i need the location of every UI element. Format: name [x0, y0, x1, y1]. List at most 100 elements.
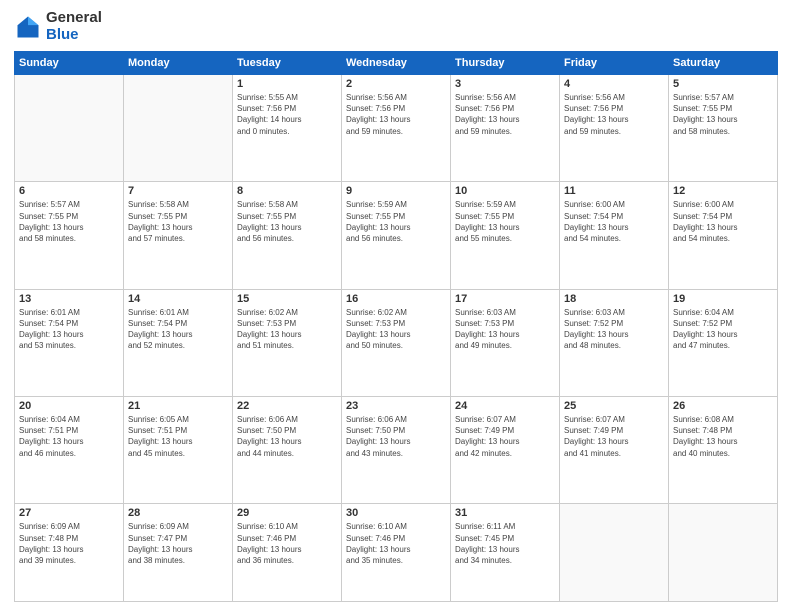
day-number: 22 [237, 400, 337, 412]
day-info: Sunrise: 6:07 AM Sunset: 7:49 PM Dayligh… [564, 414, 664, 459]
page: General Blue SundayMondayTuesdayWednesda… [0, 0, 792, 612]
day-number: 6 [19, 185, 119, 197]
day-info: Sunrise: 6:10 AM Sunset: 7:46 PM Dayligh… [346, 521, 446, 566]
day-info: Sunrise: 6:07 AM Sunset: 7:49 PM Dayligh… [455, 414, 555, 459]
logo-text: General Blue [46, 10, 102, 43]
calendar-cell: 12 Sunrise: 6:00 AM Sunset: 7:54 PM Dayli… [669, 182, 778, 289]
day-number: 8 [237, 185, 337, 197]
day-number: 19 [673, 293, 773, 305]
day-number: 29 [237, 507, 337, 519]
calendar-cell: 25 Sunrise: 6:07 AM Sunset: 7:49 PM Dayli… [560, 397, 669, 504]
calendar-cell: 30 Sunrise: 6:10 AM Sunset: 7:46 PM Dayli… [342, 504, 451, 602]
calendar-cell [669, 504, 778, 602]
day-info: Sunrise: 5:59 AM Sunset: 7:55 PM Dayligh… [455, 199, 555, 244]
day-info: Sunrise: 5:56 AM Sunset: 7:56 PM Dayligh… [346, 92, 446, 137]
day-number: 18 [564, 293, 664, 305]
header: General Blue [14, 10, 778, 43]
day-info: Sunrise: 6:03 AM Sunset: 7:52 PM Dayligh… [564, 307, 664, 352]
calendar-cell: 27Sunrise: 6:09 AM Sunset: 7:48 PM Dayli… [15, 504, 124, 602]
calendar-cell: 24Sunrise: 6:07 AM Sunset: 7:49 PM Dayli… [451, 397, 560, 504]
day-info: Sunrise: 6:10 AM Sunset: 7:46 PM Dayligh… [237, 521, 337, 566]
weekday-header-monday: Monday [124, 52, 233, 75]
day-number: 21 [128, 400, 228, 412]
calendar-cell: 14 Sunrise: 6:01 AM Sunset: 7:54 PM Dayli… [124, 289, 233, 396]
day-number: 1 [237, 78, 337, 90]
day-info: Sunrise: 6:03 AM Sunset: 7:53 PM Dayligh… [455, 307, 555, 352]
calendar-cell: 17 Sunrise: 6:03 AM Sunset: 7:53 PM Dayli… [451, 289, 560, 396]
calendar-cell: 1 Sunrise: 5:55 AM Sunset: 7:56 PM Daylig… [233, 75, 342, 182]
calendar-cell: 20 Sunrise: 6:04 AM Sunset: 7:51 PM Dayli… [15, 397, 124, 504]
weekday-header-saturday: Saturday [669, 52, 778, 75]
day-number: 27 [19, 507, 119, 519]
calendar-cell: 8Sunrise: 5:58 AM Sunset: 7:55 PM Daylig… [233, 182, 342, 289]
day-number: 17 [455, 293, 555, 305]
calendar-cell: 10 Sunrise: 5:59 AM Sunset: 7:55 PM Dayli… [451, 182, 560, 289]
calendar-week-1: 1 Sunrise: 5:55 AM Sunset: 7:56 PM Daylig… [15, 75, 778, 182]
day-number: 12 [673, 185, 773, 197]
calendar-cell: 21 Sunrise: 6:05 AM Sunset: 7:51 PM Dayli… [124, 397, 233, 504]
day-info: Sunrise: 5:56 AM Sunset: 7:56 PM Dayligh… [455, 92, 555, 137]
day-info: Sunrise: 5:55 AM Sunset: 7:56 PM Dayligh… [237, 92, 337, 137]
day-number: 30 [346, 507, 446, 519]
day-number: 25 [564, 400, 664, 412]
day-number: 5 [673, 78, 773, 90]
calendar-cell: 2 Sunrise: 5:56 AM Sunset: 7:56 PM Daylig… [342, 75, 451, 182]
day-number: 7 [128, 185, 228, 197]
day-info: Sunrise: 6:11 AM Sunset: 7:45 PM Dayligh… [455, 521, 555, 566]
calendar-cell: 5 Sunrise: 5:57 AM Sunset: 7:55 PM Daylig… [669, 75, 778, 182]
calendar-cell: 9Sunrise: 5:59 AM Sunset: 7:55 PM Daylig… [342, 182, 451, 289]
day-number: 28 [128, 507, 228, 519]
calendar-cell: 26 Sunrise: 6:08 AM Sunset: 7:48 PM Dayli… [669, 397, 778, 504]
day-info: Sunrise: 6:02 AM Sunset: 7:53 PM Dayligh… [346, 307, 446, 352]
day-number: 23 [346, 400, 446, 412]
day-info: Sunrise: 5:58 AM Sunset: 7:55 PM Dayligh… [128, 199, 228, 244]
weekday-header-friday: Friday [560, 52, 669, 75]
day-info: Sunrise: 6:01 AM Sunset: 7:54 PM Dayligh… [19, 307, 119, 352]
weekday-header-wednesday: Wednesday [342, 52, 451, 75]
calendar-table: SundayMondayTuesdayWednesdayThursdayFrid… [14, 51, 778, 602]
logo-blue: Blue [46, 26, 79, 43]
calendar-cell [15, 75, 124, 182]
calendar-cell: 29 Sunrise: 6:10 AM Sunset: 7:46 PM Dayli… [233, 504, 342, 602]
calendar-cell: 4Sunrise: 5:56 AM Sunset: 7:56 PM Daylig… [560, 75, 669, 182]
weekday-header-tuesday: Tuesday [233, 52, 342, 75]
calendar-week-3: 13 Sunrise: 6:01 AM Sunset: 7:54 PM Dayli… [15, 289, 778, 396]
day-number: 16 [346, 293, 446, 305]
day-info: Sunrise: 6:01 AM Sunset: 7:54 PM Dayligh… [128, 307, 228, 352]
calendar-cell: 13 Sunrise: 6:01 AM Sunset: 7:54 PM Dayli… [15, 289, 124, 396]
calendar-week-2: 6 Sunrise: 5:57 AM Sunset: 7:55 PM Daylig… [15, 182, 778, 289]
day-number: 14 [128, 293, 228, 305]
calendar-week-4: 20 Sunrise: 6:04 AM Sunset: 7:51 PM Dayli… [15, 397, 778, 504]
logo-general: General [46, 9, 102, 26]
day-number: 2 [346, 78, 446, 90]
calendar-week-5: 27Sunrise: 6:09 AM Sunset: 7:48 PM Dayli… [15, 504, 778, 602]
day-number: 3 [455, 78, 555, 90]
day-number: 20 [19, 400, 119, 412]
day-info: Sunrise: 6:04 AM Sunset: 7:51 PM Dayligh… [19, 414, 119, 459]
calendar-cell: 7 Sunrise: 5:58 AM Sunset: 7:55 PM Daylig… [124, 182, 233, 289]
calendar-cell: 16 Sunrise: 6:02 AM Sunset: 7:53 PM Dayli… [342, 289, 451, 396]
calendar-cell: 3 Sunrise: 5:56 AM Sunset: 7:56 PM Daylig… [451, 75, 560, 182]
day-info: Sunrise: 6:04 AM Sunset: 7:52 PM Dayligh… [673, 307, 773, 352]
day-number: 26 [673, 400, 773, 412]
day-info: Sunrise: 6:09 AM Sunset: 7:47 PM Dayligh… [128, 521, 228, 566]
day-info: Sunrise: 6:08 AM Sunset: 7:48 PM Dayligh… [673, 414, 773, 459]
day-info: Sunrise: 6:05 AM Sunset: 7:51 PM Dayligh… [128, 414, 228, 459]
day-number: 15 [237, 293, 337, 305]
calendar-cell [560, 504, 669, 602]
logo-icon [14, 13, 42, 41]
day-number: 13 [19, 293, 119, 305]
day-info: Sunrise: 6:06 AM Sunset: 7:50 PM Dayligh… [346, 414, 446, 459]
calendar-cell: 6 Sunrise: 5:57 AM Sunset: 7:55 PM Daylig… [15, 182, 124, 289]
day-info: Sunrise: 5:57 AM Sunset: 7:55 PM Dayligh… [19, 199, 119, 244]
weekday-header-sunday: Sunday [15, 52, 124, 75]
day-number: 9 [346, 185, 446, 197]
day-info: Sunrise: 5:57 AM Sunset: 7:55 PM Dayligh… [673, 92, 773, 137]
calendar-cell: 28 Sunrise: 6:09 AM Sunset: 7:47 PM Dayli… [124, 504, 233, 602]
logo: General Blue [14, 10, 102, 43]
day-number: 10 [455, 185, 555, 197]
day-info: Sunrise: 6:00 AM Sunset: 7:54 PM Dayligh… [673, 199, 773, 244]
day-info: Sunrise: 6:02 AM Sunset: 7:53 PM Dayligh… [237, 307, 337, 352]
calendar-cell [124, 75, 233, 182]
calendar-cell: 18 Sunrise: 6:03 AM Sunset: 7:52 PM Dayli… [560, 289, 669, 396]
